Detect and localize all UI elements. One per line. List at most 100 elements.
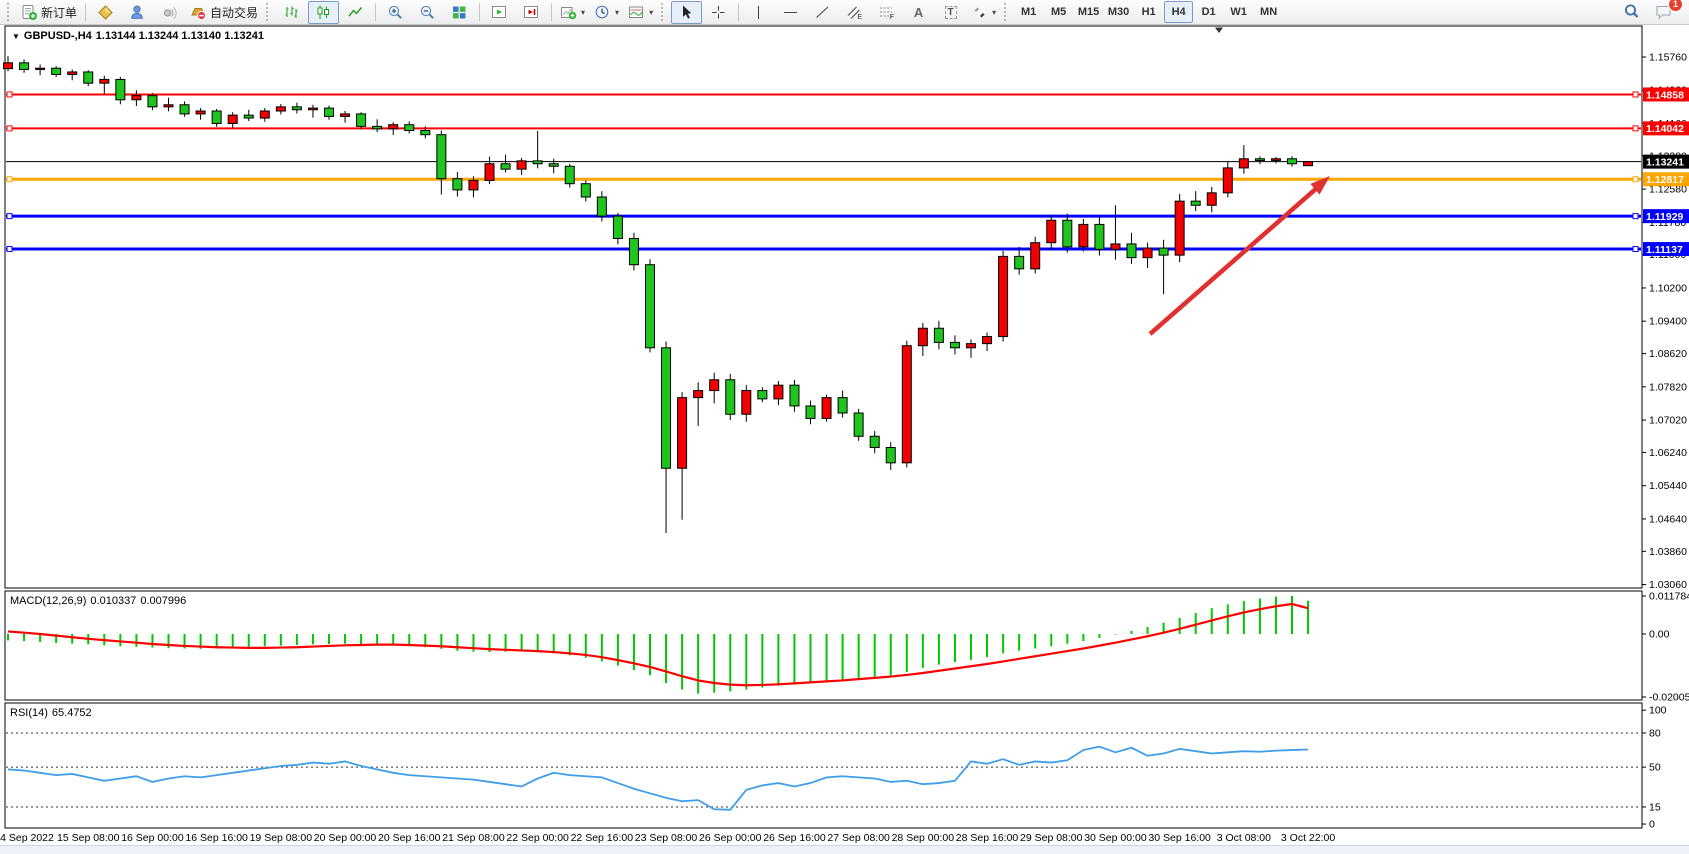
channel-glyph: E [857,14,862,21]
timeframe-m1-button[interactable]: M1 [1014,1,1043,23]
text-tool-glyph: A [914,5,923,20]
crosshair-tool-button[interactable] [703,1,734,24]
text-tool-button[interactable]: A [903,1,934,24]
timeframe-mn-button[interactable]: MN [1254,1,1283,23]
timeframe-m30-button[interactable]: M30 [1104,1,1133,23]
fibonacci-tool-button[interactable]: F [871,1,902,24]
svg-text:30 Sep 16:00: 30 Sep 16:00 [1148,832,1211,844]
timeframe-h1-button[interactable]: H1 [1134,1,1163,23]
macd-name: MACD(12,26,9) [10,595,86,607]
svg-text:0.011784: 0.011784 [1649,591,1689,603]
svg-text:29 Sep 08:00: 29 Sep 08:00 [1020,832,1083,844]
timeframe-m15-button[interactable]: M15 [1074,1,1103,23]
search-icon [1623,3,1641,21]
periods-button[interactable]: ▾ [590,1,623,24]
time-axis[interactable]: 14 Sep 202215 Sep 08:0016 Sep 00:0016 Se… [0,832,1335,844]
vertical-line-icon [750,4,767,21]
svg-text:1.07020: 1.07020 [1649,415,1687,427]
add-indicator-icon [560,4,577,21]
new-order-button[interactable]: 新订单 [17,1,81,24]
zoom-out-icon [419,4,436,21]
ohlc-bars-icon [283,4,300,21]
text-label-glyph: T [945,6,957,19]
line-chart-mode-button[interactable] [340,1,371,24]
tile-windows-button[interactable] [444,1,475,24]
timeframe-d1-button[interactable]: D1 [1194,1,1223,23]
templates-button[interactable]: ▾ [624,1,657,24]
timeframe-group: M1M5M15M30H1H4D1W1MN [1014,1,1283,23]
rsi-name: RSI(14) [10,707,48,719]
toolbar-grip[interactable] [266,3,272,21]
notifications-button[interactable]: 1 [1648,1,1679,24]
search-button[interactable] [1616,1,1647,24]
chevron-down-icon: ▾ [615,8,619,17]
symbol-ohlc-label[interactable]: ▼GBPUSD-,H41.13144 1.13244 1.13140 1.132… [12,30,268,42]
profile-button[interactable] [122,1,153,24]
line-chart-icon [347,4,364,21]
autotrading-button[interactable]: 自动交易 [186,1,262,24]
trendline-icon [814,4,831,21]
autotrading-icon [190,4,207,21]
candlestick-mode-button[interactable] [308,1,339,24]
symbol-name: GBPUSD-,H4 [24,30,92,42]
svg-text:3 Oct 22:00: 3 Oct 22:00 [1281,832,1335,844]
svg-text:1.13241: 1.13241 [1646,156,1684,168]
bar-chart-mode-button[interactable] [276,1,307,24]
svg-text:20 Sep 16:00: 20 Sep 16:00 [378,832,441,844]
rsi-indicator-label: RSI(14)65.4752 [10,707,96,719]
signals-button[interactable] [154,1,185,24]
add-indicator-button[interactable]: ▾ [556,1,589,24]
svg-text:3 Oct 08:00: 3 Oct 08:00 [1217,832,1271,844]
svg-text:19 Sep 08:00: 19 Sep 08:00 [250,832,313,844]
horizontal-line-tool-button[interactable] [775,1,806,24]
autotrading-label: 自动交易 [210,4,258,21]
mt4-application-window: 新订单 自动交易 [0,0,1689,854]
window-bottom-edge [0,845,1689,854]
svg-text:26 Sep 16:00: 26 Sep 16:00 [763,832,826,844]
arrows-tool-button[interactable]: ▾ [967,1,1000,24]
svg-text:1.10200: 1.10200 [1649,282,1687,294]
svg-text:100: 100 [1649,705,1667,717]
svg-text:1.15760: 1.15760 [1649,52,1687,64]
toolbar: 新订单 自动交易 [0,0,1689,25]
text-label-tool-button[interactable]: T [935,1,966,24]
arrows-icon [971,4,988,21]
channel-tool-button[interactable]: E [839,1,870,24]
zoom-in-button[interactable] [380,1,411,24]
svg-text:1.11929: 1.11929 [1646,211,1684,223]
panel-frames [5,26,1642,828]
vertical-line-tool-button[interactable] [743,1,774,24]
toolbar-grip[interactable] [1004,3,1010,21]
zoom-out-button[interactable] [412,1,443,24]
toolbar-grip[interactable] [661,3,667,21]
timeframe-h4-button[interactable]: H4 [1164,1,1193,23]
svg-text:16 Sep 16:00: 16 Sep 16:00 [185,832,248,844]
svg-text:1.03860: 1.03860 [1649,546,1687,558]
auto-scroll-button[interactable] [484,1,515,24]
chevron-down-icon: ▾ [649,8,653,17]
notification-badge: 1 [1668,0,1683,12]
new-order-label: 新订单 [41,4,77,21]
chart-shift-button[interactable] [516,1,547,24]
cursor-tool-button[interactable] [671,1,702,24]
svg-text:14 Sep 2022: 14 Sep 2022 [0,832,54,844]
symbol-collapse-icon[interactable]: ▼ [12,32,20,41]
svg-text:1.04640: 1.04640 [1649,513,1687,525]
svg-text:22 Sep 00:00: 22 Sep 00:00 [506,832,569,844]
separator [375,3,376,21]
separator [85,3,86,21]
svg-text:20 Sep 00:00: 20 Sep 00:00 [314,832,377,844]
chart-canvas[interactable]: 1.157601.149601.141601.133801.125801.117… [0,0,1689,854]
toolbar-grip[interactable] [7,3,13,21]
trendline-tool-button[interactable] [807,1,838,24]
svg-text:50: 50 [1649,762,1661,774]
market-watch-button[interactable] [90,1,121,24]
timeframe-w1-button[interactable]: W1 [1224,1,1253,23]
svg-text:22 Sep 16:00: 22 Sep 16:00 [571,832,634,844]
timeframe-m5-button[interactable]: M5 [1044,1,1073,23]
svg-text:16 Sep 00:00: 16 Sep 00:00 [121,832,184,844]
svg-text:0.00: 0.00 [1649,629,1670,641]
svg-text:1.12817: 1.12817 [1646,174,1684,186]
tile-windows-icon [451,4,468,21]
svg-text:21 Sep 08:00: 21 Sep 08:00 [442,832,505,844]
